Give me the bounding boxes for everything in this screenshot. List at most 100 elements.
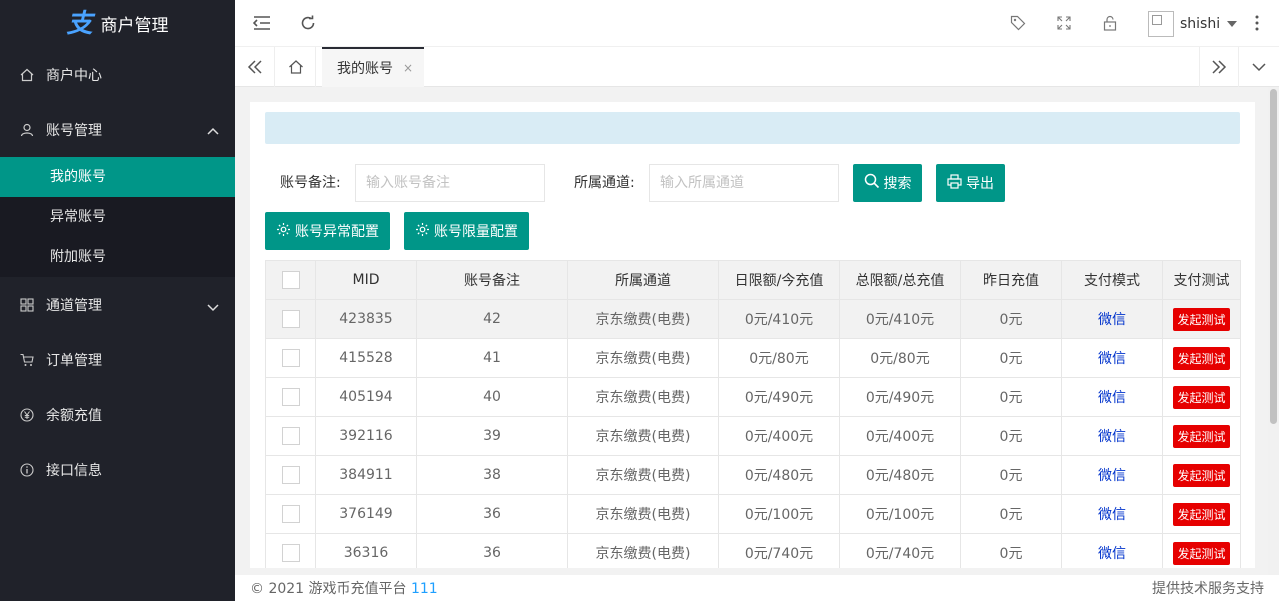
tabs-scroll-right-icon[interactable]	[1199, 47, 1239, 87]
search-button[interactable]: 搜索	[853, 164, 922, 202]
cell-note: 38	[416, 455, 568, 495]
info-icon	[20, 462, 34, 477]
pay-mode-link[interactable]: 微信	[1098, 468, 1126, 484]
column-header[interactable]: 账号备注	[416, 260, 568, 300]
pay-test-cell: 发起测试	[1162, 338, 1241, 378]
search-button-label: 搜索	[883, 176, 912, 192]
start-test-button[interactable]: 发起测试	[1173, 385, 1230, 409]
logo[interactable]: 支 商户管理	[0, 0, 235, 47]
copyright-number[interactable]: 111	[411, 581, 438, 597]
table-row: 36316 36 京东缴费(电费) 0元/740元 0元/740元 0元 微信 发起测试	[265, 533, 1241, 568]
sidebar-item-my-accounts[interactable]: 我的账号	[0, 157, 235, 197]
refresh-icon[interactable]	[298, 13, 318, 33]
note-filter-input[interactable]	[355, 164, 545, 202]
row-checkbox[interactable]	[281, 388, 300, 406]
cell-total: 0元/490元	[839, 377, 961, 417]
column-header[interactable]: 日限额/今充值	[718, 260, 840, 300]
pay-mode-link[interactable]: 微信	[1098, 507, 1126, 523]
channel-filter-label: 所属通道:	[574, 175, 635, 191]
row-select-cell	[265, 455, 316, 495]
column-header[interactable]: MID	[315, 260, 417, 300]
cell-yesterday: 0元	[960, 494, 1062, 534]
notice-bar	[265, 112, 1240, 144]
tag-icon[interactable]	[1008, 13, 1028, 33]
start-test-button[interactable]: 发起测试	[1173, 307, 1230, 331]
channel-filter-input[interactable]	[649, 164, 839, 202]
start-test-button[interactable]: 发起测试	[1173, 463, 1230, 487]
cell-daily: 0元/400元	[718, 416, 840, 456]
tab-my-accounts[interactable]: 我的账号 ×	[322, 47, 424, 87]
pay-mode-cell: 微信	[1061, 338, 1163, 378]
home-icon	[20, 68, 34, 82]
top-header: shishi	[235, 0, 1279, 47]
close-icon[interactable]: ×	[403, 61, 413, 75]
sidebar-item-channel-management[interactable]: 通道管理	[0, 277, 235, 332]
table-row: 384911 38 京东缴费(电费) 0元/480元 0元/480元 0元 微信 发起测试	[265, 455, 1241, 495]
note-filter-label: 账号备注:	[280, 175, 341, 191]
yen-icon	[20, 407, 34, 422]
cell-daily: 0元/740元	[718, 533, 840, 568]
cell-daily: 0元/80元	[718, 338, 840, 378]
sidebar-item-balance-recharge[interactable]: 余额充值	[0, 387, 235, 442]
caret-down-icon	[1226, 16, 1238, 32]
tabs-menu-chevron-down-icon[interactable]	[1239, 47, 1279, 87]
start-test-button[interactable]: 发起测试	[1173, 541, 1230, 565]
column-header[interactable]: 昨日充值	[960, 260, 1062, 300]
pay-mode-link[interactable]: 微信	[1098, 312, 1126, 328]
table-row: 392116 39 京东缴费(电费) 0元/400元 0元/400元 0元 微信 发起测试	[265, 416, 1241, 456]
cell-yesterday: 0元	[960, 338, 1062, 378]
sidebar-item-label: 接口信息	[46, 462, 102, 479]
collapse-menu-icon[interactable]	[252, 13, 272, 33]
pay-mode-link[interactable]: 微信	[1098, 429, 1126, 445]
sidebar-item-label: 商户中心	[46, 67, 102, 84]
lock-icon[interactable]	[1100, 13, 1120, 33]
cell-daily: 0元/100元	[718, 494, 840, 534]
cart-icon	[20, 353, 34, 367]
sidebar-item-merchant-center[interactable]: 商户中心	[0, 47, 235, 102]
column-header[interactable]: 支付测试	[1162, 260, 1241, 300]
scrollbar-thumb[interactable]	[1270, 89, 1277, 424]
column-header[interactable]: 所属通道	[567, 260, 719, 300]
row-select-cell	[265, 338, 316, 378]
pay-mode-link[interactable]: 微信	[1098, 546, 1126, 562]
row-select-cell	[265, 494, 316, 534]
sidebar-item-extra-accounts[interactable]: 附加账号	[0, 237, 235, 277]
fullscreen-icon[interactable]	[1054, 13, 1074, 33]
start-test-button[interactable]: 发起测试	[1173, 346, 1230, 370]
row-checkbox[interactable]	[281, 505, 300, 523]
row-checkbox[interactable]	[281, 427, 300, 445]
export-button[interactable]: 导出	[936, 164, 1005, 202]
sidebar-item-account-management[interactable]: 账号管理	[0, 102, 235, 157]
cell-mid: 415528	[315, 338, 417, 378]
more-vertical-icon[interactable]	[1247, 13, 1267, 33]
pay-mode-link[interactable]: 微信	[1098, 351, 1126, 367]
abnormal-config-button[interactable]: 账号异常配置	[265, 212, 390, 250]
start-test-button[interactable]: 发起测试	[1173, 502, 1230, 526]
scrollbar[interactable]	[1268, 87, 1279, 575]
pay-mode-cell: 微信	[1061, 416, 1163, 456]
cell-daily: 0元/480元	[718, 455, 840, 495]
pay-mode-cell: 微信	[1061, 533, 1163, 568]
pay-test-cell: 发起测试	[1162, 377, 1241, 417]
user-menu[interactable]: shishi	[1148, 10, 1238, 38]
row-checkbox[interactable]	[281, 544, 300, 562]
row-select-cell	[265, 533, 316, 568]
sidebar-item-abnormal-accounts[interactable]: 异常账号	[0, 197, 235, 237]
column-header[interactable]: 总限额/总充值	[839, 260, 961, 300]
sidebar-item-api-info[interactable]: 接口信息	[0, 442, 235, 497]
pay-mode-link[interactable]: 微信	[1098, 390, 1126, 406]
column-header[interactable]: 支付模式	[1061, 260, 1163, 300]
sidebar-item-order-management[interactable]: 订单管理	[0, 332, 235, 387]
row-checkbox[interactable]	[281, 466, 300, 484]
pay-mode-cell: 微信	[1061, 494, 1163, 534]
select-all-checkbox[interactable]	[281, 271, 300, 289]
cell-mid: 423835	[315, 299, 417, 339]
limit-config-button[interactable]: 账号限量配置	[404, 212, 529, 250]
cell-daily: 0元/410元	[718, 299, 840, 339]
row-checkbox[interactable]	[281, 310, 300, 328]
start-test-button[interactable]: 发起测试	[1173, 424, 1230, 448]
row-checkbox[interactable]	[281, 349, 300, 367]
home-tab-icon[interactable]	[276, 47, 316, 87]
tabs-scroll-left-icon[interactable]	[235, 47, 275, 87]
row-select-cell	[265, 299, 316, 339]
